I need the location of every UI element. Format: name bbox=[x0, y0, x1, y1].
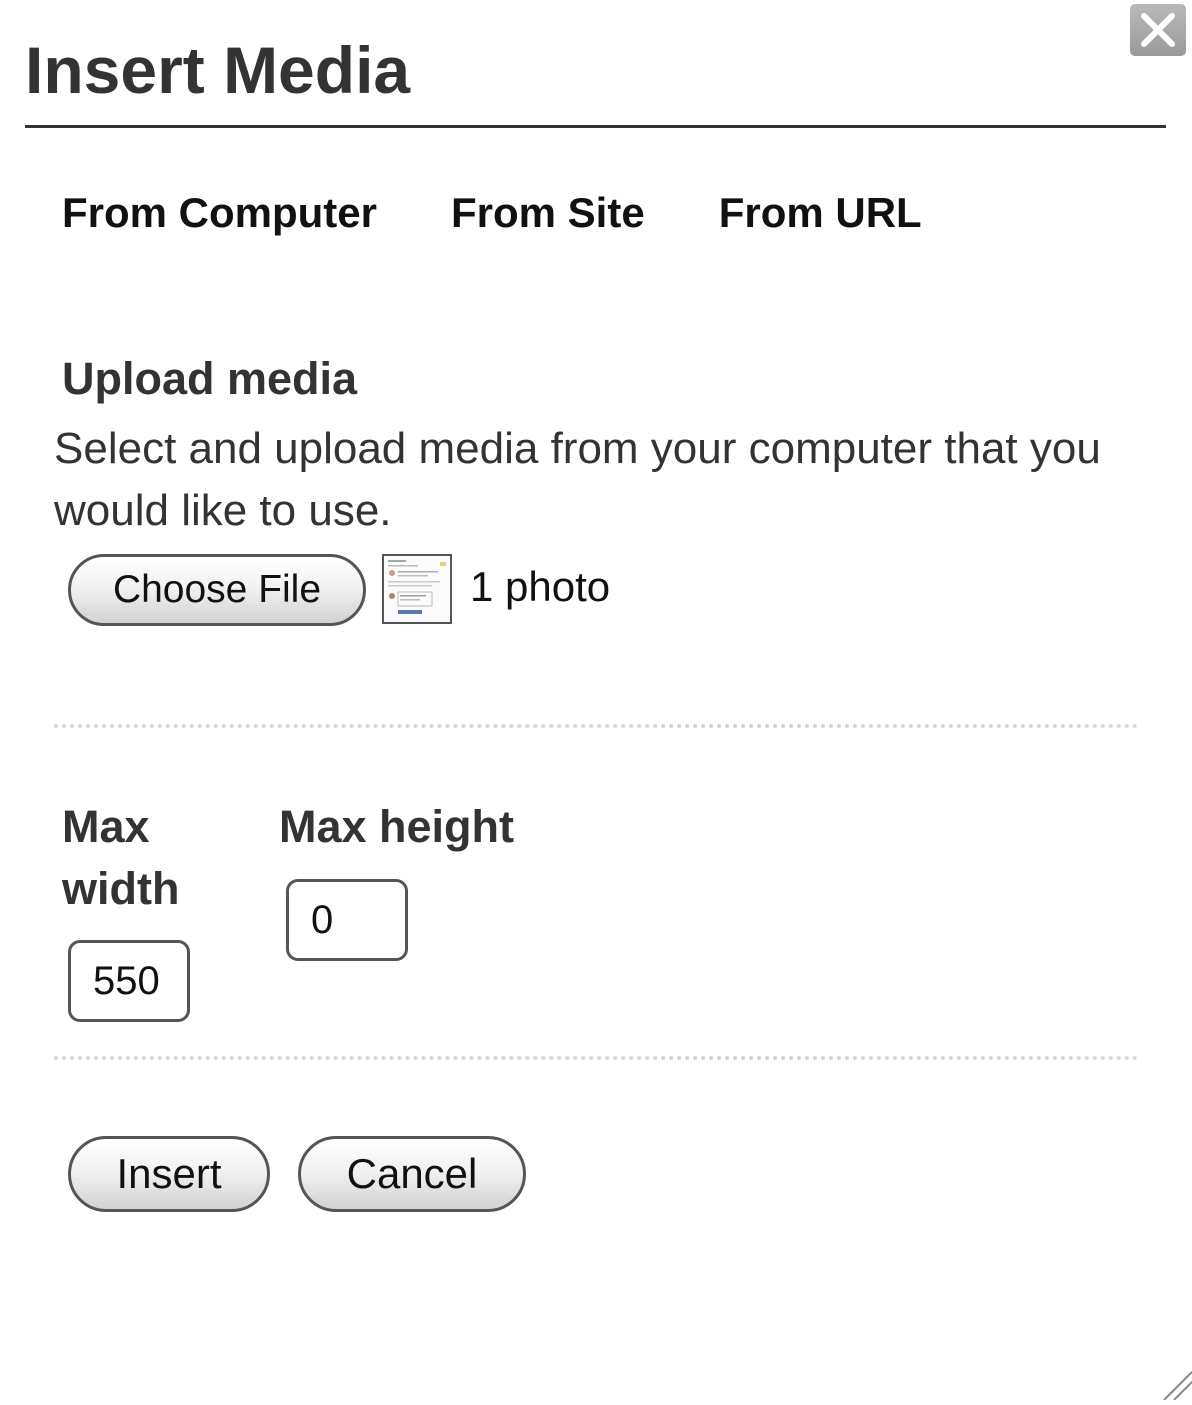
document-preview-icon bbox=[384, 556, 450, 622]
section-divider bbox=[54, 724, 1138, 728]
title-divider bbox=[25, 125, 1166, 128]
max-width-input[interactable] bbox=[68, 940, 190, 1022]
resize-grip-icon[interactable] bbox=[1160, 1368, 1192, 1401]
upload-description: Select and upload media from your comput… bbox=[54, 424, 1101, 535]
tab-from-url[interactable]: From URL bbox=[719, 188, 922, 238]
choose-file-button[interactable]: Choose File bbox=[68, 554, 366, 626]
close-button[interactable] bbox=[1130, 4, 1186, 56]
file-thumbnail bbox=[382, 554, 452, 624]
insert-button[interactable]: Insert bbox=[68, 1136, 270, 1212]
tab-from-computer[interactable]: From Computer bbox=[62, 188, 377, 238]
max-height-label: Max height bbox=[279, 801, 515, 852]
dialog-title: Insert Media bbox=[25, 33, 411, 107]
max-width-label: Max width bbox=[62, 801, 180, 914]
cancel-button[interactable]: Cancel bbox=[298, 1136, 526, 1212]
source-tabs: From Computer From Site From URL bbox=[62, 188, 922, 238]
upload-heading: Upload media bbox=[62, 353, 358, 404]
file-status: 1 photo bbox=[470, 563, 611, 610]
max-height-input[interactable] bbox=[286, 879, 408, 961]
tab-from-site[interactable]: From Site bbox=[451, 188, 645, 238]
section-divider bbox=[54, 1056, 1138, 1060]
close-icon bbox=[1141, 13, 1175, 47]
